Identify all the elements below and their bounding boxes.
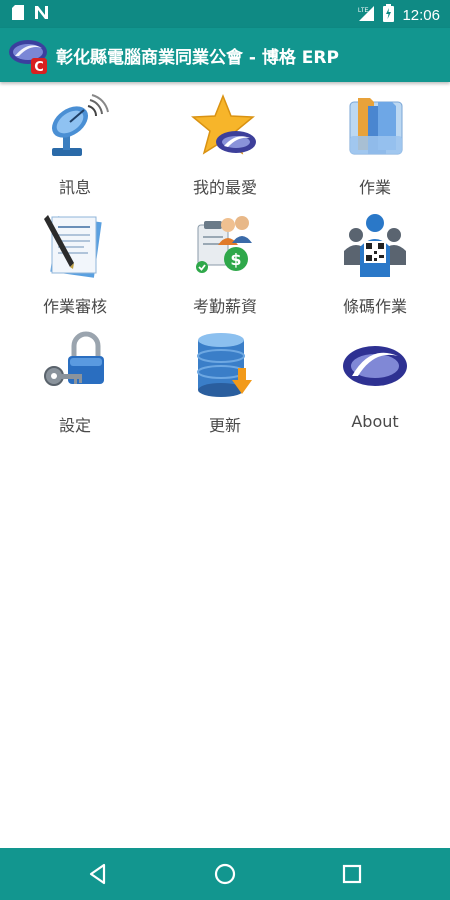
menu-item-favorites[interactable]: 我的最愛	[150, 86, 300, 205]
menu-item-label: 訊息	[58, 178, 91, 197]
menu-item-approval[interactable]: 作業審核	[0, 205, 150, 324]
folders-icon	[340, 92, 410, 162]
lte-signal-icon: LTE	[357, 4, 375, 26]
menu-item-label: 作業審核	[42, 297, 107, 316]
sd-card-icon	[12, 5, 24, 24]
back-icon[interactable]	[84, 860, 112, 888]
menu-item-label: 作業	[358, 178, 391, 197]
menu-item-payroll[interactable]: $ 考勤薪資	[150, 205, 300, 324]
menu-item-label: 考勤薪資	[192, 297, 257, 316]
menu-item-about[interactable]: About	[300, 324, 450, 443]
home-icon[interactable]	[211, 860, 239, 888]
payroll-icon: $	[190, 211, 260, 281]
menu-item-label: About	[351, 412, 399, 431]
menu-item-messages[interactable]: 訊息	[0, 86, 150, 205]
menu-item-label: 條碼作業	[342, 297, 407, 316]
menu-grid: 訊息 我的最愛 作業 作業審核 $ 考勤薪資 條碼作業 設定 更新 About	[0, 86, 450, 443]
lock-key-icon	[40, 330, 110, 400]
svg-text:C: C	[34, 60, 44, 75]
app-title: 彰化縣電腦商業同業公會 - 博格 ERP	[56, 48, 339, 68]
menu-item-update[interactable]: 更新	[150, 324, 300, 443]
recents-icon[interactable]	[338, 860, 366, 888]
status-time: 12:06	[402, 6, 440, 24]
database-download-icon	[190, 330, 260, 400]
navigation-bar	[0, 848, 450, 900]
svg-text:LTE: LTE	[358, 8, 369, 14]
status-bar: LTE 12:06	[0, 0, 450, 28]
document-pen-icon	[40, 211, 110, 281]
app-logo-icon: C	[6, 34, 50, 76]
n-notification-icon	[34, 5, 49, 24]
menu-item-barcode[interactable]: 條碼作業	[300, 205, 450, 324]
menu-item-operations[interactable]: 作業	[300, 86, 450, 205]
star-icon	[190, 92, 260, 162]
barcode-people-icon	[340, 211, 410, 281]
battery-charging-icon	[383, 4, 395, 26]
satellite-dish-icon	[40, 92, 110, 162]
app-bar: C 彰化縣電腦商業同業公會 - 博格 ERP	[0, 28, 450, 82]
app-swoosh-icon	[340, 330, 410, 400]
menu-item-label: 設定	[58, 416, 91, 435]
menu-item-label: 更新	[208, 416, 241, 435]
svg-text:$: $	[230, 250, 241, 269]
menu-item-settings[interactable]: 設定	[0, 324, 150, 443]
menu-item-label: 我的最愛	[192, 178, 257, 197]
